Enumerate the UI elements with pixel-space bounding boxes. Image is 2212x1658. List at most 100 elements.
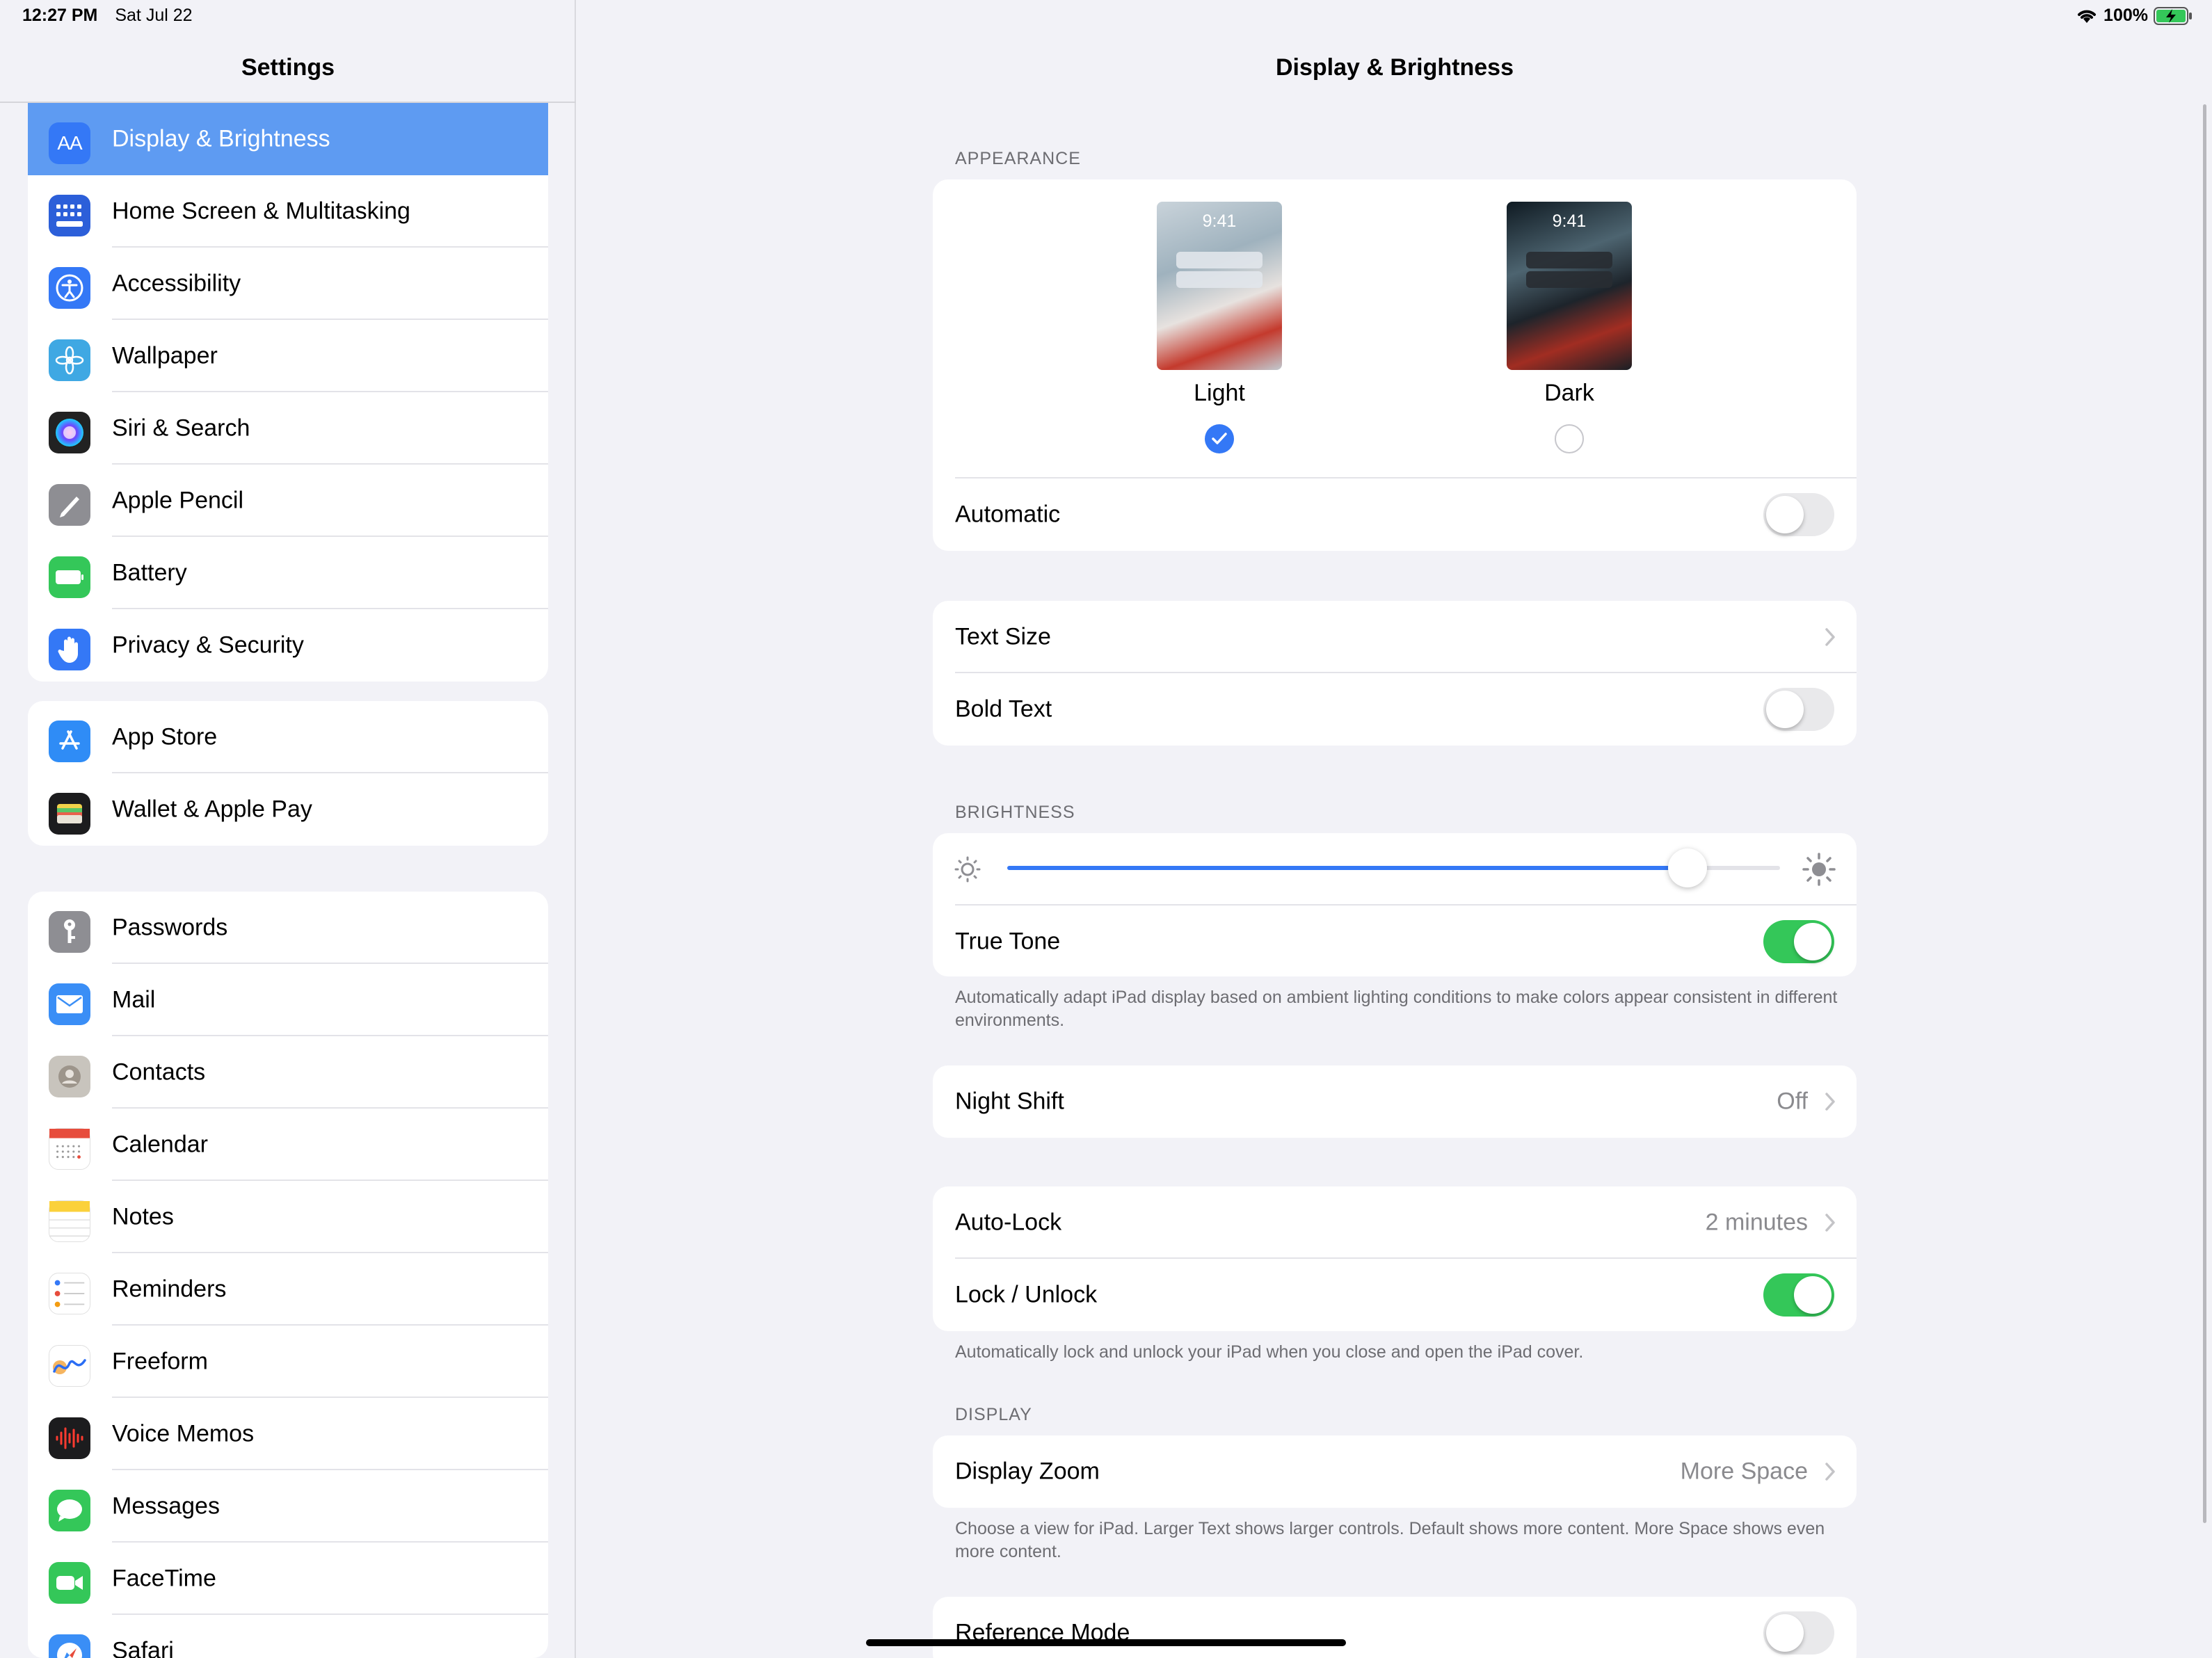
toggle-knob [1794, 923, 1832, 960]
sidebar-group: AA Display & Brightness Home Screen & Mult… [28, 103, 548, 682]
settings-window: Settings AA Display & Brightness Home Scre… [0, 0, 2212, 1658]
dark-radio[interactable] [1555, 424, 1584, 453]
sidebar-item-facetime[interactable]: FaceTime [28, 1543, 548, 1615]
light-preview[interactable]: 9:41 [1157, 202, 1282, 370]
status-bar-right: 100% [2076, 6, 2193, 26]
sidebar-item-siri-and-search[interactable]: Siri & Search [28, 392, 548, 465]
text-card: Text Size Bold Text [933, 601, 1857, 746]
sidebar-item-freeform[interactable]: Freeform [28, 1326, 548, 1398]
lock-unlock-toggle[interactable] [1763, 1273, 1834, 1317]
sidebar-item-label: Contacts [112, 1059, 206, 1086]
status-time: 12:27 PM [22, 6, 98, 25]
sidebar-item-notes[interactable]: Notes [28, 1181, 548, 1253]
sidebar-item-display-and-brightness[interactable]: AA Display & Brightness [28, 103, 548, 175]
brightness-slider-knob[interactable] [1667, 848, 1707, 887]
battery-icon [49, 556, 90, 598]
automatic-row: Automatic [933, 478, 1857, 551]
chevron-right-icon [1825, 1463, 1835, 1481]
contacts-icon [49, 1056, 90, 1097]
sidebar-item-label: Apple Pencil [112, 487, 244, 514]
sidebar-item-app-store[interactable]: App Store [28, 701, 548, 773]
sidebar-item-contacts[interactable]: Contacts [28, 1036, 548, 1109]
brightness-slider[interactable] [1007, 848, 1780, 887]
reminders-icon [49, 1273, 90, 1314]
toggle-knob [1766, 691, 1804, 728]
home-indicator[interactable] [866, 1639, 1346, 1646]
dark-preview[interactable]: 9:41 [1507, 202, 1632, 370]
sidebar-item-safari[interactable]: Safari [28, 1615, 548, 1658]
dark-preview-widget [1526, 252, 1612, 268]
auto-lock-value: 2 minutes [1705, 1209, 1808, 1236]
sidebar-item-label: Reminders [112, 1275, 227, 1303]
display-zoom-label: Display Zoom [955, 1458, 1100, 1485]
night-shift-row[interactable]: Night Shift Off [933, 1065, 1857, 1138]
sidebar-item-calendar[interactable]: Calendar [28, 1109, 548, 1181]
sidebar-item-label: Passwords [112, 914, 228, 941]
sidebar-item-label: FaceTime [112, 1565, 216, 1592]
sidebar-item-wallpaper[interactable]: Wallpaper [28, 320, 548, 392]
lock-card: Auto-Lock 2 minutes Lock / Unlock [933, 1186, 1857, 1331]
text-size-row[interactable]: Text Size [933, 601, 1857, 673]
sidebar-item-mail[interactable]: Mail [28, 964, 548, 1036]
waveform-icon [49, 1417, 90, 1459]
toggle-knob [1766, 1614, 1804, 1652]
video-icon [49, 1562, 90, 1604]
chevron-right-icon [1825, 628, 1835, 646]
sidebar-item-messages[interactable]: Messages [28, 1470, 548, 1543]
toggle-knob [1766, 496, 1804, 533]
automatic-toggle[interactable] [1763, 493, 1834, 536]
lock-unlock-label: Lock / Unlock [955, 1281, 1098, 1308]
sidebar-item-passwords[interactable]: Passwords [28, 892, 548, 964]
sun-small-icon [954, 856, 981, 883]
sidebar-item-label: Safari [112, 1637, 174, 1658]
detail-title: Display & Brightness [1276, 54, 1514, 81]
scroll-indicator[interactable] [2203, 104, 2206, 1523]
auto-lock-row[interactable]: Auto-Lock 2 minutes [933, 1186, 1857, 1259]
chevron-right-icon [1825, 1093, 1835, 1111]
sidebar-title: Settings [241, 54, 335, 81]
automatic-label: Automatic [955, 501, 1061, 528]
brightness-header: BRIGHTNESS [955, 803, 1075, 822]
display-header: DISPLAY [955, 1405, 1032, 1424]
display-zoom-row[interactable]: Display Zoom More Space [933, 1435, 1857, 1508]
messages-icon [49, 1490, 90, 1531]
sidebar-item-home-screen-and-multitasking[interactable]: Home Screen & Multitasking [28, 175, 548, 248]
light-preview-widget [1176, 252, 1263, 268]
reference-mode-row: Reference Mode [933, 1597, 1857, 1658]
sidebar-item-label: Display & Brightness [112, 125, 330, 152]
sidebar-item-label: Calendar [112, 1131, 208, 1158]
sidebar-item-apple-pencil[interactable]: Apple Pencil [28, 465, 548, 537]
bold-text-label: Bold Text [955, 695, 1052, 723]
light-radio[interactable] [1205, 424, 1234, 453]
dark-preview-time: 9:41 [1552, 211, 1587, 231]
brightness-slider-fill [1007, 866, 1688, 870]
dark-preview-widget [1526, 271, 1612, 288]
bold-text-toggle[interactable] [1763, 688, 1834, 731]
notes-icon [49, 1200, 90, 1242]
sidebar-item-accessibility[interactable]: Accessibility [28, 248, 548, 320]
sidebar-item-label: Messages [112, 1492, 220, 1520]
light-label: Light [1194, 380, 1245, 406]
appearance-card: 9:41 Light 9:41 Dark Automatic [933, 179, 1857, 551]
sidebar-item-reminders[interactable]: Reminders [28, 1253, 548, 1326]
mail-icon [49, 983, 90, 1025]
night-shift-card: Night Shift Off [933, 1065, 1857, 1138]
sidebar-item-wallet-and-apple-pay[interactable]: Wallet & Apple Pay [28, 773, 548, 846]
sidebar-item-label: Mail [112, 986, 156, 1013]
toggle-knob [1794, 1276, 1832, 1314]
sidebar-item-privacy-and-security[interactable]: Privacy & Security [28, 609, 548, 682]
display-zoom-footnote: Choose a view for iPad. Larger Text show… [955, 1519, 1825, 1561]
sun-large-icon [1802, 853, 1836, 886]
grid-icon [49, 195, 90, 236]
reference-mode-toggle[interactable] [1763, 1611, 1834, 1655]
true-tone-label: True Tone [955, 928, 1061, 955]
sidebar-group: App Store Wallet & Apple Pay [28, 701, 548, 846]
light-preview-widget [1176, 271, 1263, 288]
lock-unlock-row: Lock / Unlock [933, 1259, 1857, 1331]
sidebar-item-label: Accessibility [112, 270, 241, 297]
sidebar-item-label: Battery [112, 559, 187, 586]
sidebar-item-voice-memos[interactable]: Voice Memos [28, 1398, 548, 1470]
sidebar-item-label: Siri & Search [112, 414, 250, 442]
true-tone-toggle[interactable] [1763, 920, 1834, 963]
sidebar-item-battery[interactable]: Battery [28, 537, 548, 609]
